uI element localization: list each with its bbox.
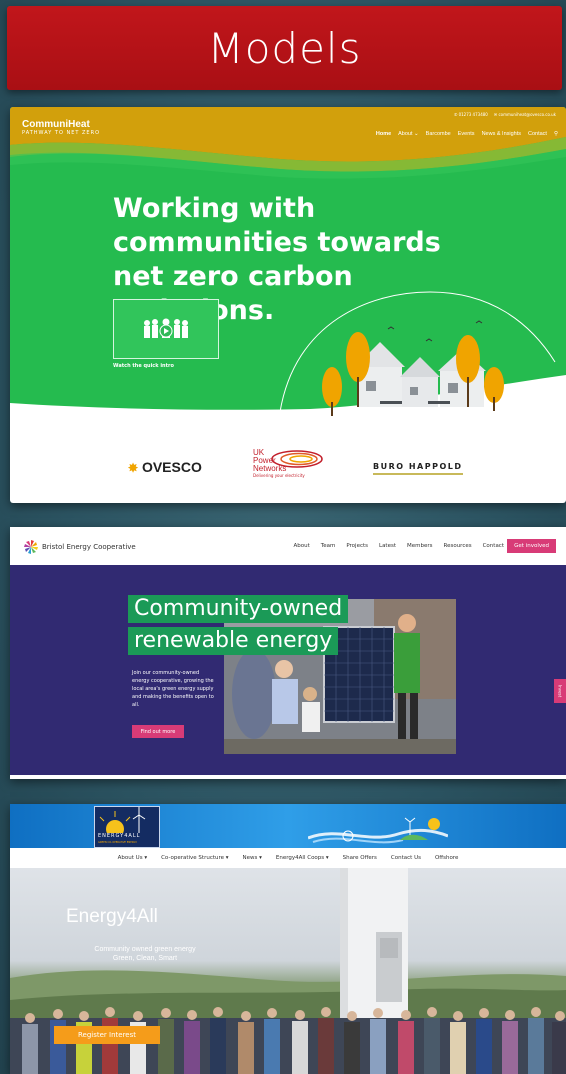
search-icon[interactable]: ⚲ bbox=[554, 131, 558, 137]
turbine-sun-logo-icon bbox=[99, 807, 146, 833]
main-nav: Home About ⌄ Barcombe Events News & Insi… bbox=[376, 131, 558, 137]
bristol-screenshot: Bristol Energy Cooperative About Team Pr… bbox=[10, 527, 566, 779]
nav-about[interactable]: About ⌄ bbox=[398, 131, 419, 137]
communiheat-screenshot: CommuniHeat PATHWAY TO NET ZERO ✆ 01273 … bbox=[10, 107, 566, 503]
nav-cooperative-structure[interactable]: Co-operative Structure ▾ bbox=[161, 855, 228, 861]
hero-subtitle: Community owned green energy Green, Clea… bbox=[94, 946, 196, 962]
logo-name: CommuniHeat bbox=[22, 119, 90, 130]
nav-contact[interactable]: Contact bbox=[528, 131, 547, 137]
nav-about[interactable]: About bbox=[294, 543, 310, 549]
people-icon bbox=[144, 318, 188, 338]
bristol-hero: Community-owned renewable energy Join ou… bbox=[10, 565, 566, 775]
get-involved-button[interactable]: Get involved bbox=[507, 539, 556, 553]
bristol-logo[interactable]: Bristol Energy Cooperative bbox=[24, 540, 136, 554]
nav-contact-us[interactable]: Contact Us bbox=[391, 855, 421, 861]
hero-body-text: Join our community-owned energy cooperat… bbox=[132, 670, 214, 708]
find-out-more-button[interactable]: Find out more bbox=[132, 725, 184, 738]
energy4all-hero: Energy4All Community owned green energy … bbox=[10, 868, 566, 1074]
logo-sub: GREEN CO-OPERATIVE ENERGY bbox=[98, 841, 137, 844]
ukpn-logo: UK Power Networks Delivering your electr… bbox=[253, 449, 323, 478]
nav-news[interactable]: News ▾ bbox=[243, 855, 262, 861]
nav-events[interactable]: Events bbox=[458, 131, 475, 137]
communiheat-header: CommuniHeat PATHWAY TO NET ZERO ✆ 01273 … bbox=[10, 107, 566, 167]
bristol-nav: About Team Projects Latest Members Resou… bbox=[294, 543, 505, 549]
phone-link[interactable]: ✆ 01273 473480 bbox=[454, 112, 488, 117]
nav-home[interactable]: Home bbox=[376, 131, 391, 137]
nav-news[interactable]: News & Insights bbox=[482, 131, 521, 137]
wave-turbine-graphic bbox=[308, 817, 448, 844]
slide-title: Models bbox=[207, 23, 362, 73]
ovesco-logo: ✸ OVESCO bbox=[128, 459, 202, 475]
nav-members[interactable]: Members bbox=[407, 543, 433, 549]
nav-team[interactable]: Team bbox=[321, 543, 336, 549]
nav-latest[interactable]: Latest bbox=[379, 543, 396, 549]
energy4all-banner: ENERGY4ALL GREEN CO-OPERATIVE ENERGY bbox=[10, 804, 566, 848]
logo-tagline: PATHWAY TO NET ZERO bbox=[22, 130, 101, 136]
nav-projects[interactable]: Projects bbox=[346, 543, 368, 549]
buro-happold-logo: BURO HAPPOLD bbox=[373, 462, 463, 475]
nav-resources[interactable]: Resources bbox=[444, 543, 472, 549]
slide-title-banner: Models bbox=[7, 6, 562, 90]
hero-heading-line1: Community-owned bbox=[128, 595, 349, 623]
email-link[interactable]: ✉ communiheat@ovesco.co.uk bbox=[494, 112, 556, 117]
energy4all-logo[interactable]: ENERGY4ALL GREEN CO-OPERATIVE ENERGY bbox=[94, 806, 160, 848]
contact-strip: ✆ 01273 473480 ✉ communiheat@ovesco.co.u… bbox=[454, 112, 556, 117]
register-interest-button[interactable]: Register Interest bbox=[54, 1026, 160, 1044]
nav-share-offers[interactable]: Share Offers bbox=[343, 855, 377, 861]
nav-about-us[interactable]: About Us ▾ bbox=[118, 855, 147, 861]
energy4all-nav: About Us ▾ Co-operative Structure ▾ News… bbox=[10, 848, 566, 868]
nav-barcombe[interactable]: Barcombe bbox=[426, 131, 451, 137]
invest-side-tab[interactable]: Invest bbox=[554, 679, 566, 703]
ukpn-swirl-icon bbox=[271, 450, 323, 468]
intro-video-thumbnail[interactable] bbox=[113, 299, 219, 359]
hero-title: Energy4All bbox=[66, 906, 158, 927]
nav-energy4all-coops[interactable]: Energy4All Coops ▾ bbox=[276, 855, 329, 861]
partner-logos: ✸ OVESCO UK Power Networks Delivering yo… bbox=[10, 427, 566, 503]
nav-contact[interactable]: Contact bbox=[483, 543, 504, 549]
nav-offshore[interactable]: Offshore bbox=[435, 855, 458, 861]
communiheat-logo[interactable]: CommuniHeat PATHWAY TO NET ZERO bbox=[22, 119, 100, 136]
logo-name: ENERGY4ALL bbox=[98, 833, 141, 839]
video-label[interactable]: Watch the quick intro bbox=[113, 363, 174, 369]
energy4all-screenshot: ENERGY4ALL GREEN CO-OPERATIVE ENERGY Abo… bbox=[10, 804, 566, 1074]
pinwheel-logo-icon bbox=[24, 540, 38, 554]
ovesco-mark-icon: ✸ bbox=[128, 461, 139, 475]
communiheat-hero: CommuniHeat PATHWAY TO NET ZERO ✆ 01273 … bbox=[10, 107, 566, 417]
bristol-header: Bristol Energy Cooperative About Team Pr… bbox=[10, 527, 566, 565]
hero-heading-line2: renewable energy bbox=[128, 627, 339, 655]
